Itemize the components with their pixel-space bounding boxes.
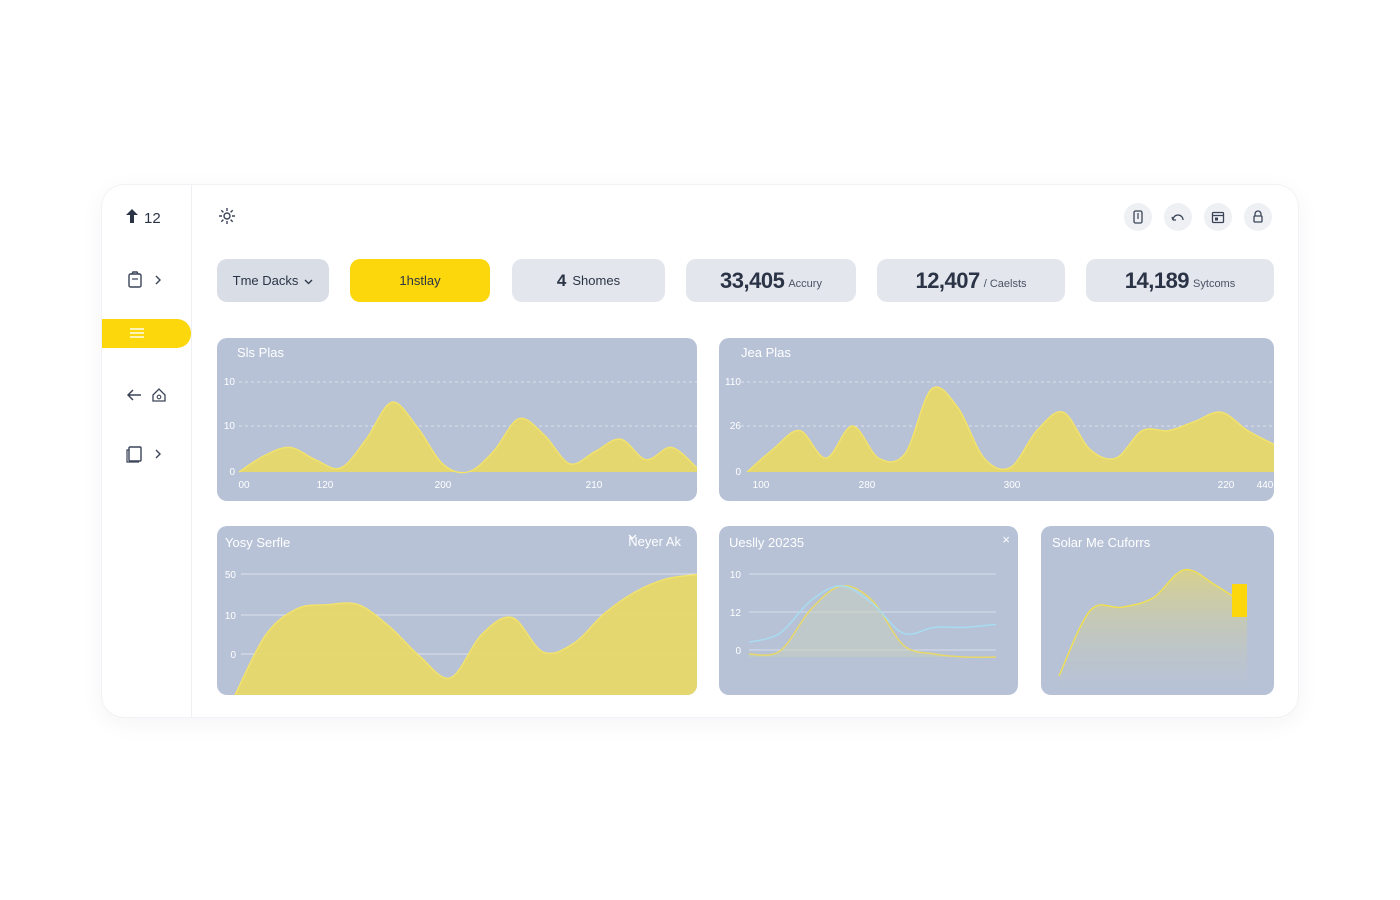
tick-label: 10 [730,570,742,581]
clipboard-icon [126,271,144,289]
sidebar-item-document[interactable] [126,445,162,463]
chart-card-yosy-serfle: 50 10 0 Yosy Serfle Neyer Ak [217,526,697,695]
stat-value: 12,407 [915,267,980,293]
menu-icon [130,325,144,343]
active-filter-button[interactable]: 1hstlay [350,259,490,302]
tick-label: 10 [224,421,236,432]
tick-label: 120 [317,480,334,491]
tick-label: 220 [1218,480,1235,491]
dashboard-window: 12 Tme Dacks 1hstlay 4 Shomes 33,405 Acc… [102,185,1298,717]
tick-label: 210 [586,480,603,491]
line-chart-ueslly: 10 12 0 [730,570,997,658]
time-range-label: Tme Dacks [232,273,299,288]
area-series [747,387,1274,472]
tick-label: 10 [224,377,236,388]
area-chart-yosy-serfle: 50 10 0 [225,570,697,695]
card-title: Ueslly 20235 [729,535,805,550]
shares-count: 4 [556,270,567,290]
chevron-down-icon [304,273,313,288]
tick-label: 110 [725,377,741,388]
chevron-right-icon [154,449,162,459]
card-title: Yosy Serfle [225,535,291,550]
sidebar-item-back[interactable] [126,388,166,402]
area-series [1059,569,1247,695]
tick-label: 440 [1257,480,1274,491]
active-filter-label: 1hstlay [399,273,441,288]
stat-value: 33,405 [720,267,785,293]
shares-filter-button[interactable]: 4 Shomes [512,259,665,302]
time-range-dropdown[interactable]: Tme Dacks [217,259,329,302]
tick-label: 0 [735,467,741,478]
chart-card-solar: Solar Me Cuforrs [1041,526,1274,695]
chevron-right-icon [154,275,162,285]
shares-label: Shomes [572,273,621,288]
area-chart-sls-plas: 10 10 000 120 200 210 [224,377,697,491]
highlight-marker [1232,584,1247,617]
tick-label: 50 [225,570,237,581]
close-icon: × [1002,532,1010,547]
tick-label: 12 [730,608,742,619]
stat-label: Sytcoms [1193,277,1236,290]
tick-label: 10 [225,611,237,622]
calendar-icon[interactable] [1204,203,1232,231]
area-series [239,402,697,473]
tick-label: 280 [859,480,876,491]
chart-card-sls-plas: 10 10 0 00 120 200 210 Sls Plas [217,338,697,501]
header-toolbar [1124,203,1272,231]
stat-card-sytcoms[interactable]: 14,189 Sytcoms [1086,259,1274,302]
area-chart-solar [1058,568,1248,695]
phone-icon[interactable] [1124,203,1152,231]
card-title: Solar Me Cuforrs [1052,535,1151,550]
refresh-icon[interactable] [1164,203,1192,231]
document-icon [126,445,144,463]
stat-label: / Caelsts [983,277,1027,290]
stat-card-caelsts[interactable]: 12,407 / Caelsts [877,259,1065,302]
sidebar-item-clipboard[interactable] [126,271,162,289]
series-selector[interactable]: Neyer Ak [628,534,687,549]
tick-label: 00 [238,480,250,491]
gear-icon[interactable] [218,207,236,230]
stat-label: Accury [788,277,822,290]
sidebar: 12 [102,185,192,717]
sidebar-header-label: 12 [144,209,161,227]
home-icon [152,388,166,402]
card-title: Jea Plas [733,338,799,360]
stat-value: 14,189 [1124,267,1190,293]
chart-card-ueslly: 10 12 0 Ueslly 20235 × [719,526,1018,695]
tick-label: 26 [730,421,742,432]
lock-icon[interactable] [1244,203,1272,231]
chart-card-jea-plas: 110 26 0 100 280 300 220 440 Jea Plas [719,338,1274,501]
area-chart-jea-plas: 110 26 0 100 280 300 220 440 [725,377,1274,491]
sidebar-header[interactable]: 12 [126,209,161,227]
close-button[interactable]: × [1002,532,1010,547]
sidebar-item-menu[interactable] [102,319,191,348]
stat-card-accury[interactable]: 33,405 Accury [686,259,856,302]
tick-label: 200 [435,480,452,491]
area-series [749,585,996,658]
main-content: Tme Dacks 1hstlay 4 Shomes 33,405 Accury… [192,185,1298,717]
tick-label: 300 [1004,480,1021,491]
pin-icon [126,209,138,227]
back-arrow-icon [126,388,142,402]
tick-label: 0 [230,650,236,661]
tick-label: 0 [229,467,235,478]
tick-label: 100 [753,480,770,491]
card-title: Sls Plas [229,338,292,360]
tick-label: 0 [735,646,741,657]
area-series [235,574,697,695]
